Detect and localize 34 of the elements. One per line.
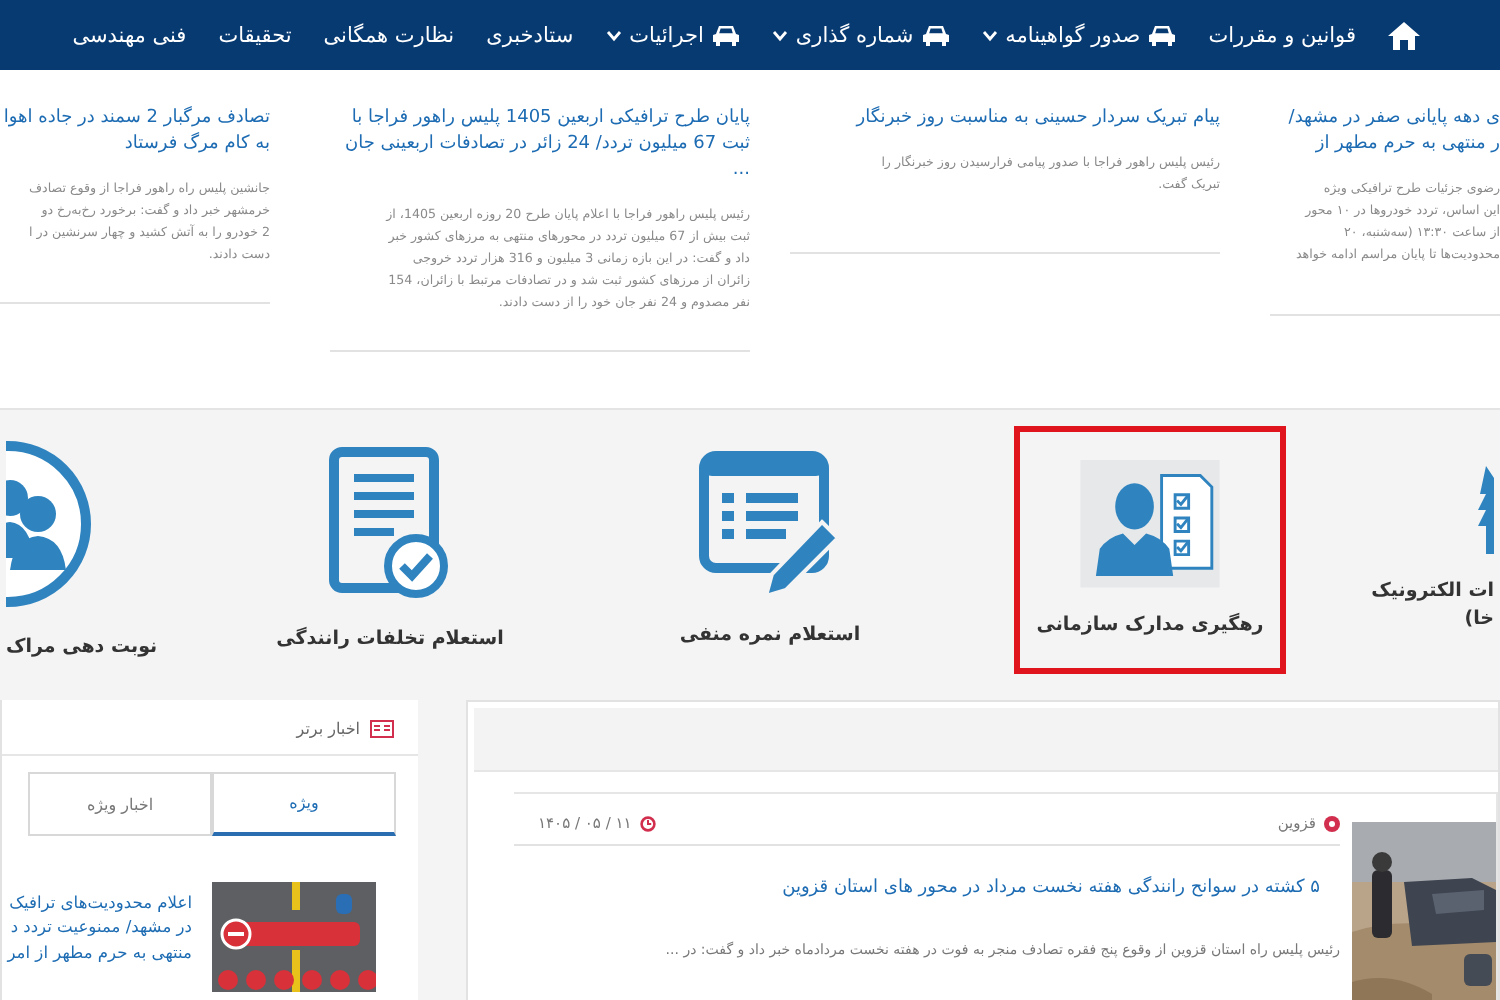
car-icon	[711, 24, 740, 46]
caret-icon	[771, 29, 788, 41]
news-title[interactable]: تصادف مرگبار 2 سمند در جاده اهوا به کام مرگ فرستاد	[0, 106, 270, 159]
car-icon	[1148, 24, 1177, 46]
home-icon[interactable]	[1388, 21, 1420, 49]
news-title[interactable]: پیام تبریک سردار حسینی به مناسبت روز خبرنگار	[790, 106, 1220, 133]
tab[interactable]: ویژه	[212, 772, 396, 836]
nav-link[interactable]: قوانین و مقررات	[1208, 23, 1356, 47]
news-title[interactable]: اعلام محدودیت‌های ترافیک در مشهد/ ممنوعیت تردد د منتهی به حرم مطهر از امر	[7, 890, 192, 992]
caret-icon	[981, 29, 998, 41]
nav-link[interactable]: فنی مهندسی	[72, 23, 187, 47]
news-title[interactable]: ۵ کشته در سوانح رانندگی هفته نخست مرداد در محور های استان قزوین	[514, 878, 1320, 898]
service-link[interactable]: استعلام تخلفات رانندگی	[250, 411, 530, 689]
clock-icon	[639, 815, 656, 831]
document-check-icon	[328, 445, 453, 602]
nav-link[interactable]: نظارت همگانی	[323, 23, 455, 47]
panel-title: اخبار برتر	[296, 720, 360, 738]
news-title[interactable]: پایان طرح ترافیکی اربعین 1405 پلیس راهور فراجا با ثبت 67 میلیون تردد/ 24 زائر در تصادفات اربعینی جان ...	[330, 106, 750, 185]
service-link[interactable]: ات الکترونیک خا)	[1365, 459, 1500, 641]
nav-link[interactable]: ستادخبری	[486, 23, 574, 47]
nav-link[interactable]: اجرائیات	[605, 23, 740, 47]
tab[interactable]: اخبار ویژه	[28, 772, 212, 836]
nav-link[interactable]: شماره گذاری	[771, 23, 950, 47]
service-link[interactable]: رهگیری مدارک سازمانی	[1014, 426, 1286, 674]
person-checklist-icon	[1078, 460, 1222, 588]
people-icon	[6, 437, 94, 610]
service-link[interactable]: نوبت دهی مراک	[0, 431, 164, 669]
caret-icon	[605, 29, 622, 41]
nav-link[interactable]: تحقیقات	[218, 23, 292, 47]
nav-link[interactable]: صدور گواهینامه	[981, 23, 1177, 47]
service-link[interactable]: استعلام نمره منفی	[653, 415, 887, 685]
news-title[interactable]: ی دهه پایانی صفر در مشهد/ ر منتهی به حرم مطهر از	[1270, 106, 1500, 159]
car-icon	[921, 24, 950, 46]
newspaper-icon	[370, 720, 394, 738]
